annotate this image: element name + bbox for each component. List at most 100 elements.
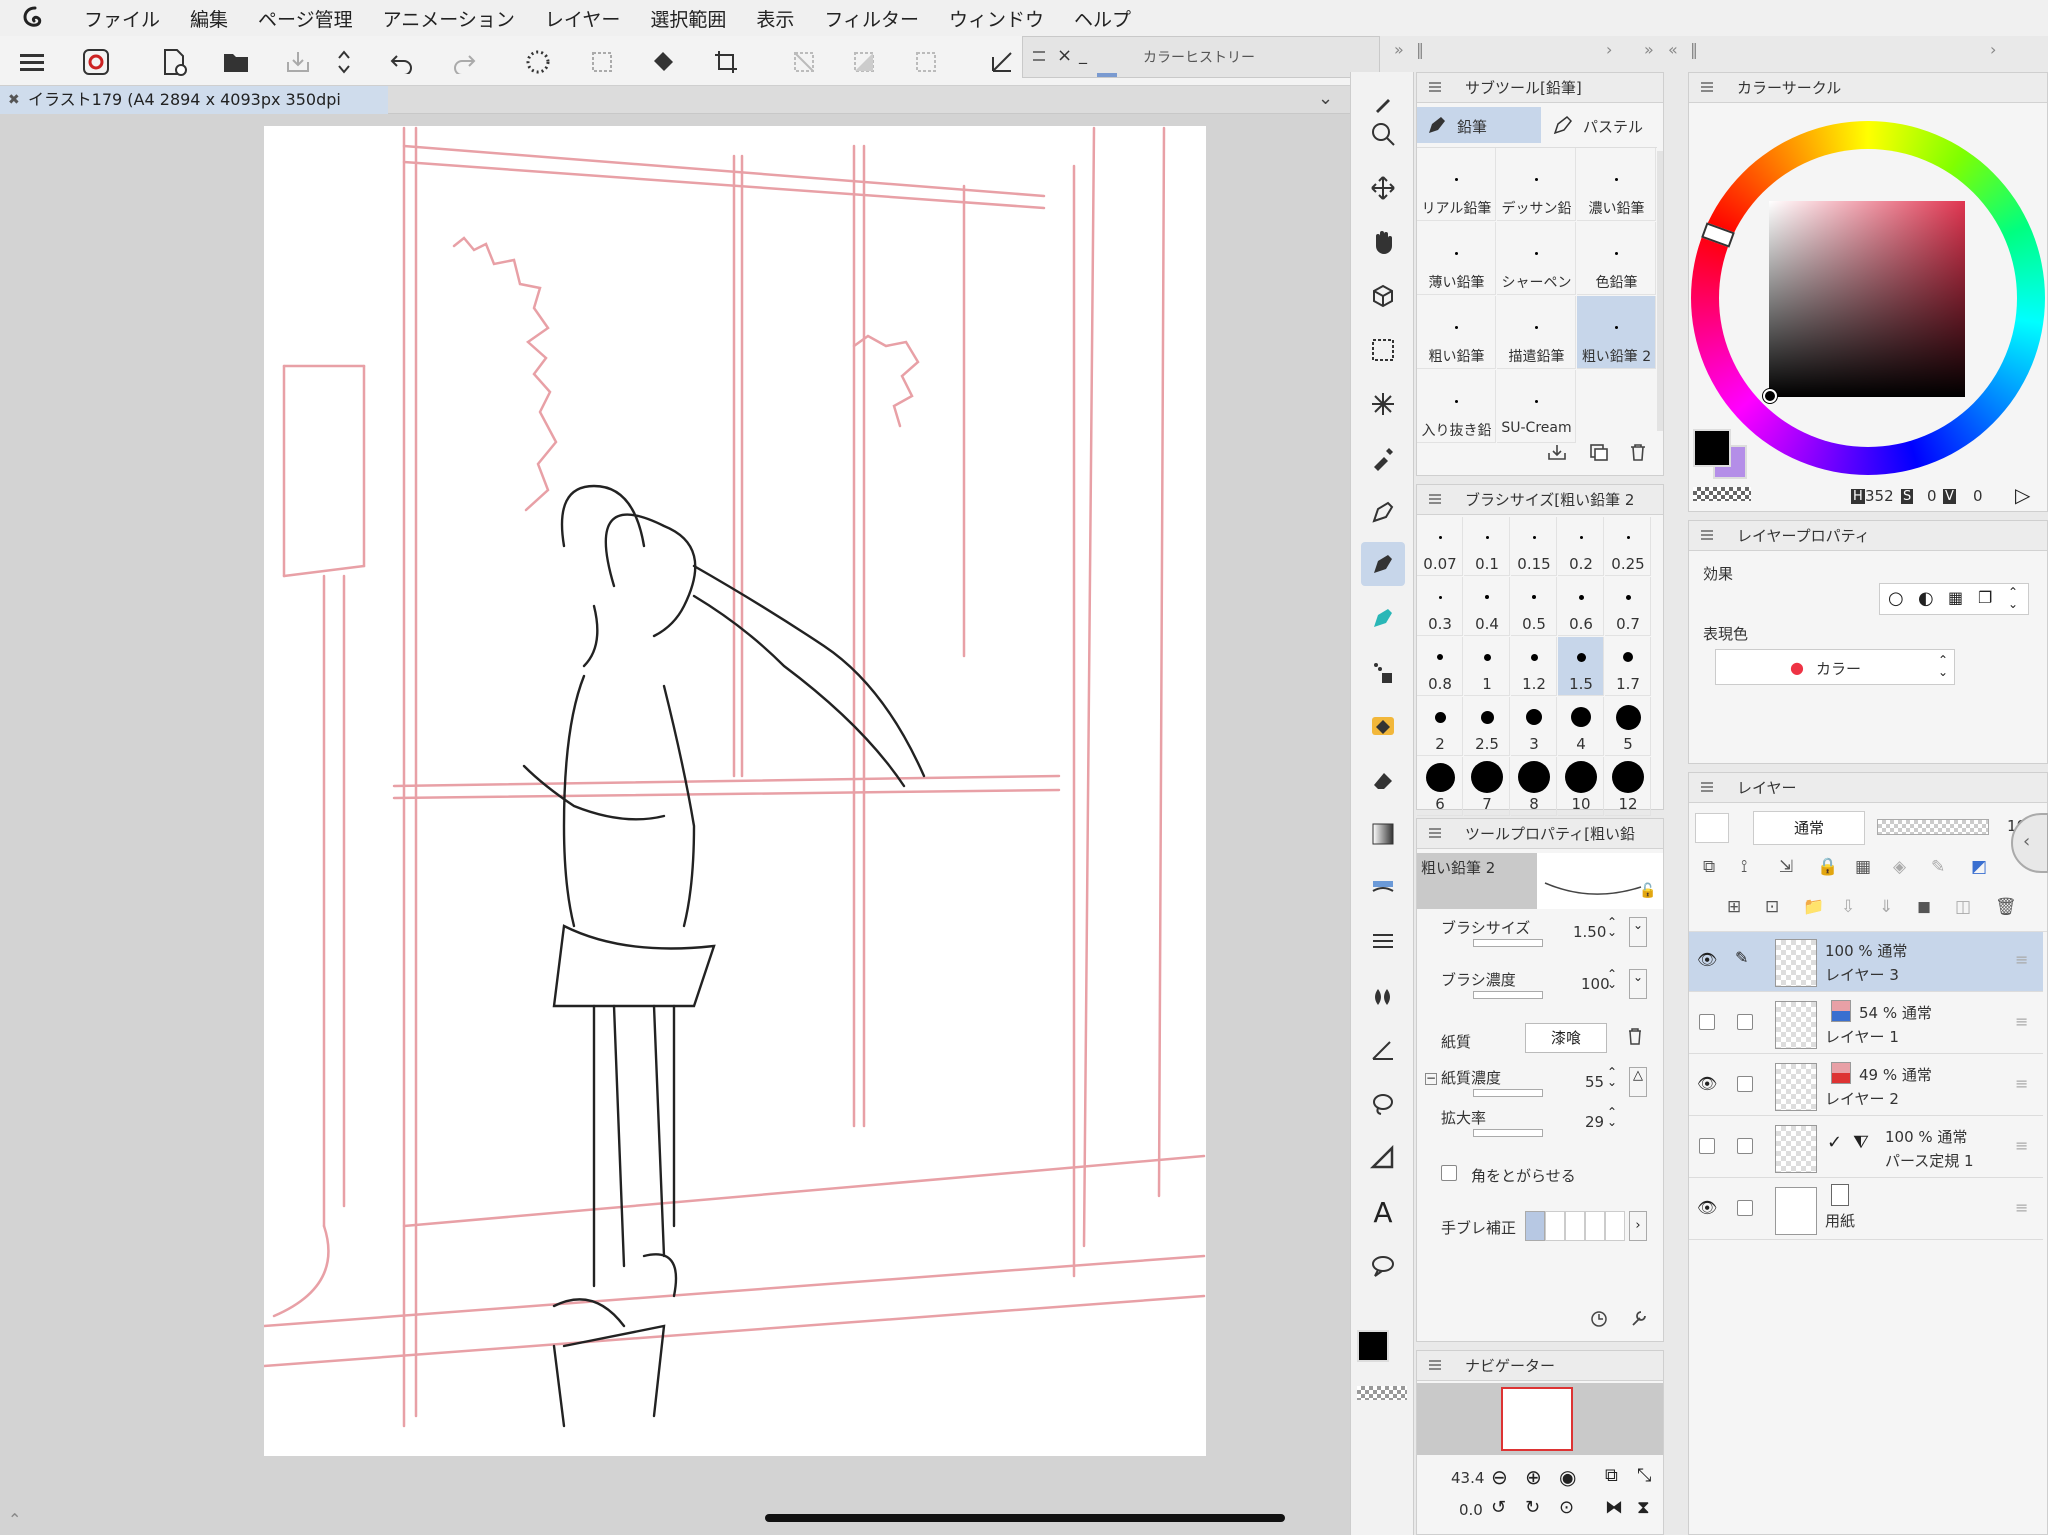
open-folder-icon[interactable] [218,44,254,80]
ruler-check-icon[interactable]: ✓ [1827,1132,1842,1153]
pressure-toggle-icon[interactable]: ⌄ [1629,917,1647,947]
brush-size-option[interactable]: 0.5 [1511,577,1557,636]
brush-size-option[interactable]: 6 [1417,757,1463,816]
menu-edit[interactable]: 編集 [190,5,228,32]
fill-bucket-icon[interactable] [646,44,682,80]
undo-icon[interactable] [384,44,420,80]
drag-handle-icon[interactable]: ≡ [2015,1012,2028,1031]
brush-size-option[interactable]: 3 [1511,697,1557,756]
stepper-icon[interactable]: ⌃ ⌄ [2008,586,2018,610]
layer-stack-icon[interactable]: ❐ [1978,588,1992,607]
brush-size-option[interactable]: 0.3 [1417,577,1463,636]
reset-rotation-icon[interactable]: ⊙ [1559,1497,1574,1518]
clear-selection-icon[interactable] [584,44,620,80]
saturation-value-square[interactable] [1769,201,1965,397]
sv-cursor[interactable] [1763,389,1777,403]
layer-color-swatch[interactable] [1695,813,1729,843]
brush-size-option[interactable]: 0.6 [1558,577,1604,636]
paper-density-value[interactable]: 55 [1585,1073,1604,1091]
layer-select-checkbox[interactable] [1737,1014,1753,1030]
brush-size-option[interactable]: 0.2 [1558,517,1604,576]
subtool-item[interactable]: リアル鉛筆 [1417,148,1496,221]
download-subtool-icon[interactable] [1547,443,1567,465]
expand-up-icon[interactable]: ⌃ [8,1510,21,1529]
brush-size-slider[interactable] [1473,939,1543,947]
layer-select-checkbox[interactable] [1737,1138,1753,1154]
drag-handle-icon[interactable]: ≡ [2015,1136,2028,1155]
drag-handle-icon[interactable]: ≡ [2015,950,2028,969]
subtool-item[interactable]: 入り抜き鉛 [1417,370,1496,443]
subtool-group-pastel[interactable]: パステル [1545,107,1657,143]
draft-layer-icon[interactable]: ✎ [1931,857,1945,877]
loading-spinner-icon[interactable] [520,44,556,80]
stepper-icon[interactable]: ⌃ ⌄ [1607,1106,1617,1128]
visibility-eye-icon[interactable]: 👁 [1697,1198,1717,1217]
panel-grip-icon[interactable] [1429,1360,1441,1370]
brush-size-option[interactable]: 0.4 [1464,577,1510,636]
layer-row[interactable]: 👁 用紙 ≡ [1689,1180,2043,1240]
chevron-down-icon[interactable]: ⌄ [1318,88,1333,109]
scale-value[interactable]: 29 [1585,1113,1604,1131]
brush-size-option[interactable]: 0.07 [1417,517,1463,576]
tone-icon[interactable]: ▦ [1948,588,1963,607]
panel-grip-icon[interactable] [1701,82,1713,92]
menu-layer[interactable]: レイヤー [545,5,620,32]
actual-size-icon[interactable]: ⧉ [1605,1465,1618,1486]
new-raster-layer-icon[interactable]: ⊞ [1727,897,1741,917]
border-effect-icon[interactable]: ○ [1888,588,1904,609]
lock-transparency-icon[interactable]: ▦ [1855,857,1871,877]
merge-down-icon[interactable]: ⇓ [1879,897,1893,917]
opacity-slider[interactable] [1877,819,1989,835]
scale-slider[interactable] [1473,1129,1543,1137]
crop-transform-icon[interactable] [708,44,744,80]
minimize-icon[interactable]: _ [1079,45,1087,64]
up-down-arrows-icon[interactable] [326,44,362,80]
close-tab-icon[interactable]: ✖ [8,86,20,114]
selection-fill-icon[interactable] [846,44,882,80]
brush-density-value[interactable]: 100 [1581,975,1610,993]
stabilizer-slider[interactable] [1525,1211,1625,1241]
subtool-item[interactable]: 描遣鉛筆 [1497,296,1576,369]
pencil-icon[interactable] [1361,542,1405,586]
rotate-right-icon[interactable]: ↻ [1525,1497,1540,1518]
transfer-down-icon[interactable]: ⇩ [1841,897,1855,917]
menu-animation[interactable]: アニメーション [383,5,515,32]
fit-screen-icon[interactable]: ◉ [1559,1465,1576,1489]
decoration-icon[interactable] [1361,704,1405,748]
menu-view[interactable]: 表示 [756,5,794,32]
save-icon[interactable] [280,44,316,80]
lock-layer-icon[interactable]: 🔒 [1817,857,1838,877]
marquee-select-icon[interactable] [1361,328,1405,372]
zoom-in-icon[interactable]: ⊕ [1525,1465,1542,1489]
layer-select-checkbox[interactable] [1737,1076,1753,1092]
subtool-item[interactable]: 粗い鉛筆 2 [1577,296,1656,369]
ruler-layer-icon[interactable]: ⟟ [1741,857,1747,877]
subtool-item[interactable]: 色鉛筆 [1577,222,1656,295]
trash-icon[interactable] [1629,443,1647,465]
ruler-snap-icon[interactable] [984,44,1020,80]
menu-file[interactable]: ファイル [84,5,160,32]
menu-filter[interactable]: フィルター [824,5,919,32]
redo-icon[interactable] [446,44,482,80]
edit-layer-icon[interactable]: ✎ [1735,948,1748,967]
new-folder-icon[interactable]: 📁 [1803,897,1824,917]
layer-row[interactable]: 54 % 通常 レイヤー 1 ≡ [1689,994,2043,1054]
menu-help[interactable]: ヘルプ [1074,5,1131,32]
paper-texture-button[interactable]: 漆喰 [1525,1023,1607,1053]
brush-size-option[interactable]: 1.2 [1511,637,1557,696]
lasso-icon[interactable] [1361,1082,1405,1126]
subtool-item[interactable]: SU-Cream [1497,370,1576,443]
hamburger-menu-icon[interactable] [14,44,50,80]
layer-select-checkbox[interactable] [1737,1200,1753,1216]
layer-row[interactable]: 👁 ✎ 100 % 通常 レイヤー 3 ≡ [1689,932,2043,992]
paper-density-slider[interactable] [1473,1089,1543,1097]
hide-selection-icon[interactable] [786,44,822,80]
subtool-group-pencil[interactable]: 鉛筆 [1417,107,1541,143]
frame-border-icon[interactable] [1361,920,1405,964]
document-tab[interactable]: ✖ イラスト179 (A4 2894 x 4093px 350dpi 43.4%… [0,86,388,137]
magic-wand-icon[interactable] [1361,382,1405,426]
chevron-right-icon[interactable]: › [1629,1211,1647,1241]
brush-size-option[interactable]: 0.15 [1511,517,1557,576]
subtool-item[interactable]: デッサン鉛 [1497,148,1576,221]
clip-layer-icon[interactable]: ⇲ [1779,857,1793,877]
